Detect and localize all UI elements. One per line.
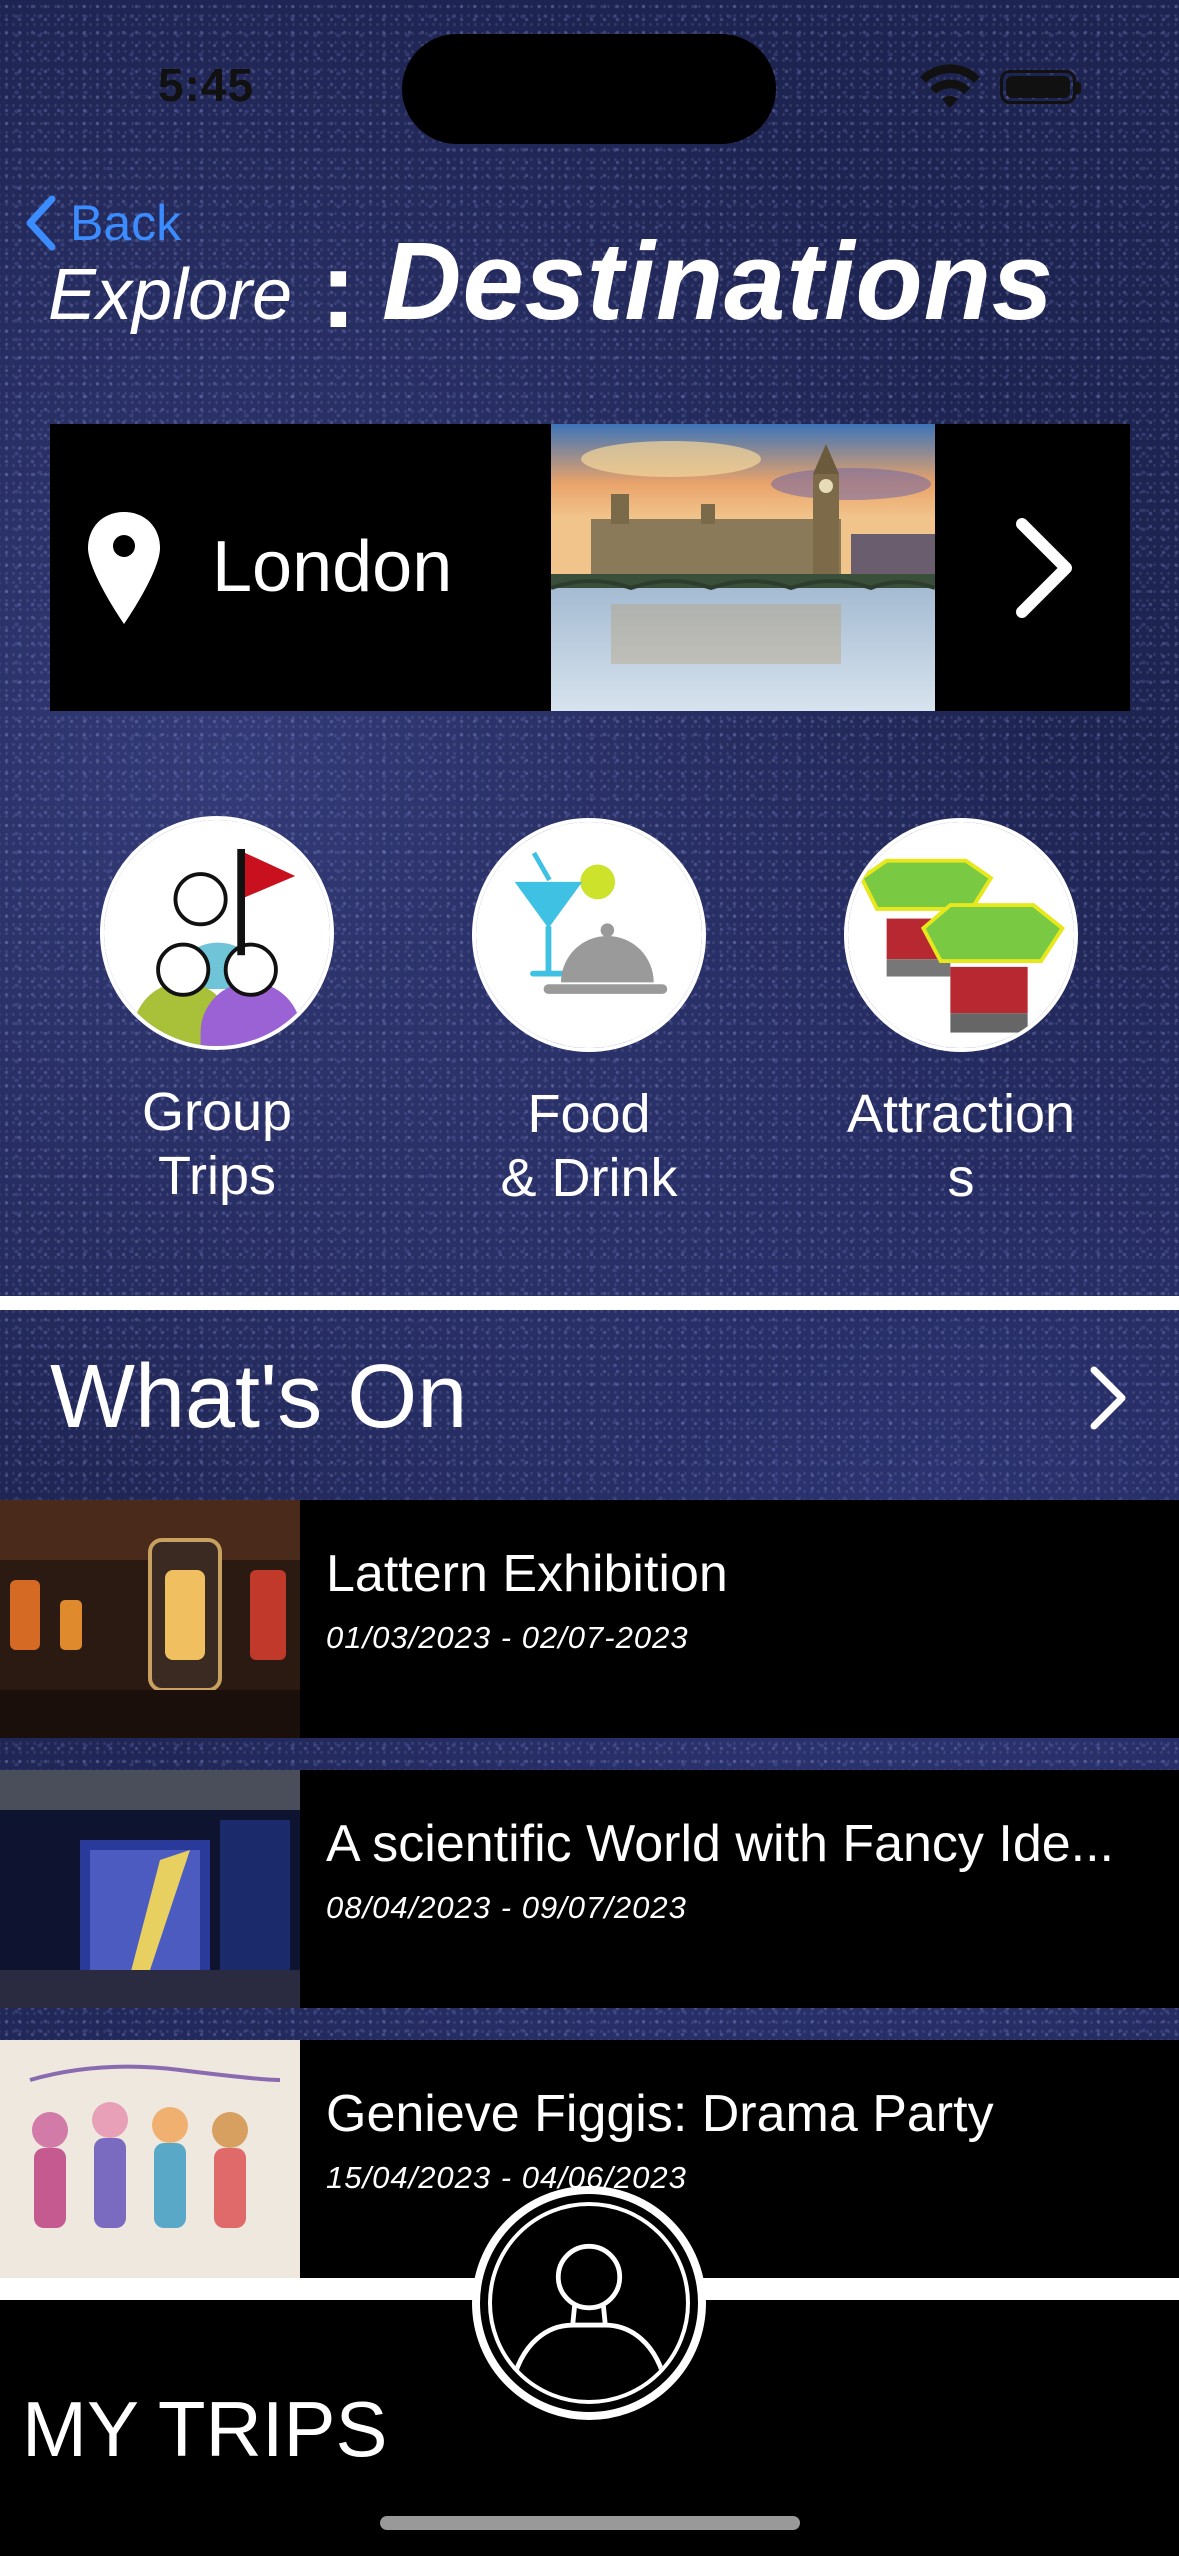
status-time: 5:45 [158,59,255,111]
event-dates: 15/04/2023 - 04/06/2023 [326,2160,687,2195]
category-group-trips[interactable]: Group Trips [100,816,334,1208]
event-thumbnail [0,1500,300,1738]
my-trips-button[interactable]: MY TRIPS [22,2384,388,2475]
food-drink-icon [472,818,706,1052]
category-label: Food [527,1084,651,1144]
dynamic-island [402,34,776,144]
profile-icon [488,2202,690,2404]
category-label: Group [141,1082,293,1142]
profile-button[interactable] [472,2186,706,2420]
page-title: Destinations [382,220,1055,343]
back-label: Back [70,195,182,251]
whats-on-chevron-icon[interactable] [1084,1364,1132,1432]
wifi-icon [920,64,980,108]
event-thumbnail [0,2040,300,2278]
category-label: Trips [158,1146,276,1206]
location-pin-icon [88,512,160,624]
home-indicator [380,2516,800,2530]
event-card-scientific-world[interactable]: A scientific World with Fancy Ide... 08/… [0,1770,1179,2008]
event-dates: 01/03/2023 - 02/07-2023 [326,1620,689,1655]
attractions-icon [844,818,1078,1052]
whats-on-title: What's On [50,1347,468,1447]
chevron-right-icon [1016,518,1072,618]
section-divider [0,1296,1179,1310]
event-title: Lattern Exhibition [326,1545,728,1603]
category-label: s [947,1148,975,1208]
event-card-lantern[interactable]: Lattern Exhibition 01/03/2023 - 02/07-20… [0,1500,1179,1738]
event-dates: 08/04/2023 - 09/07/2023 [326,1890,687,1925]
event-title: A scientific World with Fancy Ide... [326,1815,1114,1873]
battery-icon [1000,70,1081,104]
location-name: London [212,527,453,607]
group-trips-icon [100,816,334,1050]
back-button[interactable]: Back [24,194,181,252]
event-thumbnail [0,1770,300,2008]
event-title: Genieve Figgis: Drama Party [326,2085,994,2143]
header-colon: : [320,228,357,351]
london-photo [551,424,935,711]
header-explore: Explore [48,255,293,335]
chevron-left-icon [26,195,56,251]
category-food-drink[interactable]: Food & Drink [472,818,706,1210]
category-attractions[interactable]: Attraction s [844,818,1078,1210]
category-label: & Drink [500,1148,678,1208]
category-label: Attraction [846,1084,1076,1144]
